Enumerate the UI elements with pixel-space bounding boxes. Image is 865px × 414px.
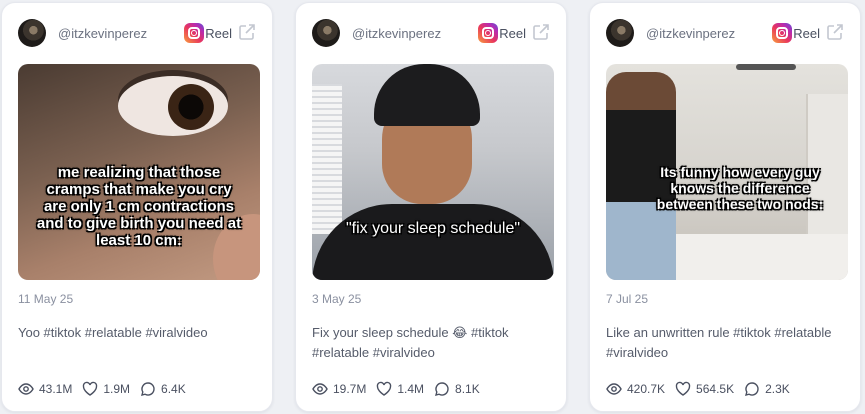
eye-icon: [606, 383, 622, 395]
post-stats: 420.7K 564.5K 2.3K: [606, 380, 850, 398]
likes-count: 564.5K: [696, 382, 735, 396]
views-count: 19.7M: [333, 382, 367, 396]
card-header: @itzkevinperez Reel: [606, 17, 844, 49]
comment-icon: [141, 382, 155, 396]
post-thumbnail[interactable]: Its funny how every guy knows the differ…: [606, 64, 848, 280]
heart-icon: [377, 381, 392, 396]
post-type-label: Reel: [205, 26, 232, 41]
instagram-icon: [478, 23, 498, 43]
instagram-icon: [772, 23, 792, 43]
thumbnail-bed-graphic: [666, 234, 848, 280]
post-date: 3 May 25: [312, 292, 362, 306]
likes-count: 1.4M: [397, 382, 425, 396]
avatar[interactable]: [18, 19, 46, 47]
eye-icon: [18, 383, 34, 395]
post-thumbnail[interactable]: me realizing that those cramps that make…: [18, 64, 260, 280]
likes-stat: 1.9M: [82, 381, 130, 397]
likes-count: 1.9M: [103, 382, 131, 396]
account-handle[interactable]: @itzkevinperez: [352, 26, 441, 41]
comment-icon: [745, 382, 759, 396]
post-card[interactable]: @itzkevinperez Reel "fix your sleep sche…: [295, 2, 567, 412]
views-stat: 420.7K: [606, 381, 665, 397]
views-count: 420.7K: [627, 382, 666, 396]
heart-icon: [675, 381, 691, 396]
comment-icon: [435, 382, 449, 396]
post-date: 7 Jul 25: [606, 292, 649, 306]
comments-stat: 6.4K: [140, 381, 186, 397]
thumbnail-overlay-text: me realizing that those cramps that make…: [36, 164, 242, 249]
post-type-label: Reel: [793, 26, 820, 41]
avatar[interactable]: [312, 19, 340, 47]
likes-stat: 564.5K: [675, 381, 734, 397]
instagram-icon: [184, 23, 204, 43]
thumbnail-overlay-text: "fix your sleep schedule": [345, 220, 521, 237]
thumbnail-beanie-graphic: [374, 64, 480, 126]
comments-stat: 2.3K: [744, 381, 790, 397]
post-card[interactable]: @itzkevinperez Reel Its funny how every …: [589, 2, 861, 412]
post-caption: Yoo #tiktok #relatable #viralvideo: [18, 325, 208, 340]
external-link-icon[interactable]: [238, 23, 256, 41]
comments-count: 2.3K: [765, 382, 790, 396]
comments-stat: 8.1K: [434, 381, 480, 397]
card-header: @itzkevinperez Reel: [18, 17, 256, 49]
views-stat: 19.7M: [312, 381, 366, 397]
views-count: 43.1M: [39, 382, 73, 396]
heart-icon: [83, 381, 98, 396]
likes-stat: 1.4M: [376, 381, 424, 397]
comments-count: 6.4K: [161, 382, 186, 396]
post-stats: 19.7M 1.4M 8.1K: [312, 380, 556, 398]
thumbnail-iris-graphic: [168, 84, 214, 130]
thumbnail-overlay-text: Its funny how every guy knows the differ…: [656, 164, 824, 212]
post-card[interactable]: @itzkevinperez Reel me realizing that th…: [1, 2, 273, 412]
external-link-icon[interactable]: [532, 23, 550, 41]
thumbnail-body-graphic: [312, 204, 554, 280]
thumbnail-fan-graphic: [736, 64, 796, 70]
post-caption: Like an unwritten rule #tiktok #relatabl…: [606, 325, 832, 360]
external-link-icon[interactable]: [826, 23, 844, 41]
account-handle[interactable]: @itzkevinperez: [58, 26, 147, 41]
post-caption: Fix your sleep schedule 😂 #tiktok #relat…: [312, 325, 509, 360]
avatar[interactable]: [606, 19, 634, 47]
comments-count: 8.1K: [455, 382, 480, 396]
post-date: 11 May 25: [18, 292, 74, 306]
thumbnail-window-blind-graphic: [312, 84, 342, 234]
card-header: @itzkevinperez Reel: [312, 17, 550, 49]
views-stat: 43.1M: [18, 381, 72, 397]
eye-icon: [312, 383, 328, 395]
post-type-label: Reel: [499, 26, 526, 41]
account-handle[interactable]: @itzkevinperez: [646, 26, 735, 41]
post-thumbnail[interactable]: "fix your sleep schedule": [312, 64, 554, 280]
post-stats: 43.1M 1.9M 6.4K: [18, 380, 262, 398]
